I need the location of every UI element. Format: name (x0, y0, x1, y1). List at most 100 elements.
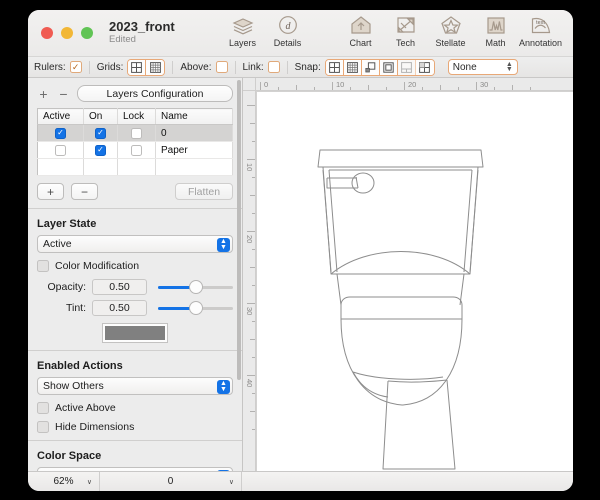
toolbar-label-details: Details (273, 38, 302, 48)
flatten-button[interactable]: Flatten (175, 183, 233, 200)
cell-name[interactable]: 0 (155, 124, 233, 142)
snap-half-icon[interactable] (397, 59, 416, 75)
layers-configuration-button[interactable]: Layers Configuration (77, 85, 233, 102)
table-row[interactable]: ✓ ✓ ✓ Paper (37, 141, 233, 159)
layers-header: + − Layers Configuration (28, 78, 242, 108)
chevron-updown-icon: ▲▼ (217, 469, 230, 471)
slider-knob[interactable] (188, 280, 203, 294)
active-above-checkbox[interactable] (37, 402, 49, 414)
toolbar-button-details[interactable]: d Details (265, 14, 310, 48)
column-header-name[interactable]: Name (155, 108, 233, 125)
cell-on[interactable]: ✓ (83, 141, 118, 159)
column-header-lock[interactable]: Lock (117, 108, 156, 125)
add-layer-button[interactable]: + (37, 183, 64, 200)
zoom-value: 62% (53, 476, 74, 487)
toolbar-label-chart: Chart (349, 38, 372, 48)
opacity-slider[interactable] (158, 279, 233, 295)
remove-layer-icon[interactable]: − (57, 87, 70, 101)
hide-dimensions-row[interactable]: Hide Dimensions (37, 421, 233, 433)
toilet-front-elevation-line-drawing[interactable] (257, 92, 573, 471)
horizontal-ruler[interactable]: 0 10 20 30 (256, 78, 573, 91)
toolbar-button-chart[interactable]: Chart (338, 14, 383, 48)
zoom-dropdown[interactable]: 62% ∨ (28, 472, 100, 491)
color-modification-row[interactable]: Color Modification (37, 260, 233, 272)
cell-name[interactable]: Paper (155, 141, 233, 159)
window-body: + − Layers Configuration Active On Lock … (28, 78, 573, 471)
snap-mode-dropdown[interactable]: None ▲ ▼ (447, 59, 518, 75)
layer-index-dropdown[interactable]: 0 ∨ (100, 472, 242, 491)
link-checkbox[interactable]: ✓ (267, 61, 280, 73)
close-button[interactable] (41, 27, 53, 39)
details-circle-d-icon: d (277, 14, 299, 37)
layer-state-dropdown[interactable]: Active ▲ ▼ (37, 235, 233, 253)
scrollbar-thumb[interactable] (237, 80, 241, 380)
sidebar-scrollbar[interactable] (237, 80, 241, 469)
cell-lock[interactable]: ✓ (117, 141, 156, 159)
status-bar: 62% ∨ 0 ∨ (28, 471, 573, 491)
active-above-row[interactable]: Active Above (37, 402, 233, 414)
rulers-checkbox[interactable]: ✓ (69, 61, 82, 73)
enabled-actions-dropdown[interactable]: Show Others ▲ ▼ (37, 377, 233, 395)
color-space-title: Color Space (37, 450, 102, 462)
above-checkbox[interactable]: ✓ (215, 61, 228, 73)
color-space-dropdown[interactable]: Display P3 ▲▼ (37, 467, 233, 471)
annotation-arc-text-icon: text (530, 14, 552, 37)
column-header-active[interactable]: Active (37, 108, 84, 125)
document-status: Edited (109, 33, 136, 45)
toolbar-button-stellate[interactable]: Stellate (428, 14, 473, 48)
vertical-ruler[interactable]: 10 20 30 40 (243, 91, 256, 471)
tint-color-well[interactable] (102, 323, 168, 343)
table-row[interactable]: ✓ ✓ ✓ 0 (37, 124, 233, 142)
drawing-canvas[interactable] (256, 91, 573, 471)
minimize-button[interactable] (61, 27, 73, 39)
options-bar: Rulers: ✓ Grids: Above: Link: Snap: None… (28, 56, 573, 78)
cell-lock[interactable]: ✓ (117, 124, 156, 142)
grids-label: Grids: (96, 61, 124, 73)
grid-fine-icon[interactable] (146, 59, 165, 75)
snap-frame-icon[interactable] (379, 59, 398, 75)
tint-row: Tint: 0.50 (37, 300, 233, 316)
grids-segmented-control (127, 58, 166, 76)
toolbar-button-math[interactable]: Math (473, 14, 518, 48)
traffic-lights (41, 27, 93, 39)
enabled-actions-value: Show Others (43, 380, 104, 392)
tint-slider[interactable] (158, 300, 233, 316)
tint-field[interactable]: 0.50 (92, 300, 147, 316)
svg-text:text: text (536, 20, 545, 26)
title-bar: 2023_front Edited Layers d Details Chart… (28, 10, 573, 56)
color-modification-label: Color Modification (55, 260, 140, 272)
zoom-button[interactable] (81, 27, 93, 39)
tint-label: Tint: (65, 302, 86, 314)
color-space-value: Display P3 (43, 470, 93, 471)
layers-table: Active On Lock Name ✓ ✓ ✓ 0 (37, 108, 233, 176)
cell-on[interactable]: ✓ (83, 124, 118, 142)
color-modification-checkbox[interactable] (37, 260, 49, 272)
column-header-on[interactable]: On (83, 108, 118, 125)
snap-object-icon[interactable] (361, 59, 380, 75)
opacity-field[interactable]: 0.50 (92, 279, 147, 295)
h-ruler-label-10: 10 (336, 80, 345, 89)
lock-checkbox: ✓ (131, 144, 142, 156)
v-ruler-label-10: 10 (245, 163, 254, 172)
h-ruler-label-0: 0 (264, 80, 269, 89)
divider (234, 60, 236, 74)
toolbar-button-layers[interactable]: Layers (220, 14, 265, 48)
divider (286, 60, 288, 74)
canvas-area: 0 10 20 30 10 20 30 40 (243, 78, 573, 471)
chevron-down-icon: ∨ (86, 478, 92, 486)
remove-layer-button[interactable]: − (71, 183, 98, 200)
rulers-option: Rulers: ✓ (34, 61, 82, 73)
cell-active[interactable]: ✓ (37, 141, 84, 159)
snap-grid-icon[interactable] (325, 59, 344, 75)
add-layer-icon[interactable]: + (37, 87, 50, 101)
hide-dimensions-checkbox[interactable] (37, 421, 49, 433)
slider-knob[interactable] (188, 301, 203, 315)
snap-fine-grid-icon[interactable] (343, 59, 362, 75)
divider (28, 350, 242, 351)
cell-active[interactable]: ✓ (37, 124, 84, 142)
snap-quad-icon[interactable] (415, 59, 434, 75)
toolbar-button-annotation[interactable]: text Annotation (518, 14, 563, 48)
toolbar-button-tech[interactable]: Tech (383, 14, 428, 48)
divider (172, 60, 174, 74)
grid-coarse-icon[interactable] (128, 59, 147, 75)
